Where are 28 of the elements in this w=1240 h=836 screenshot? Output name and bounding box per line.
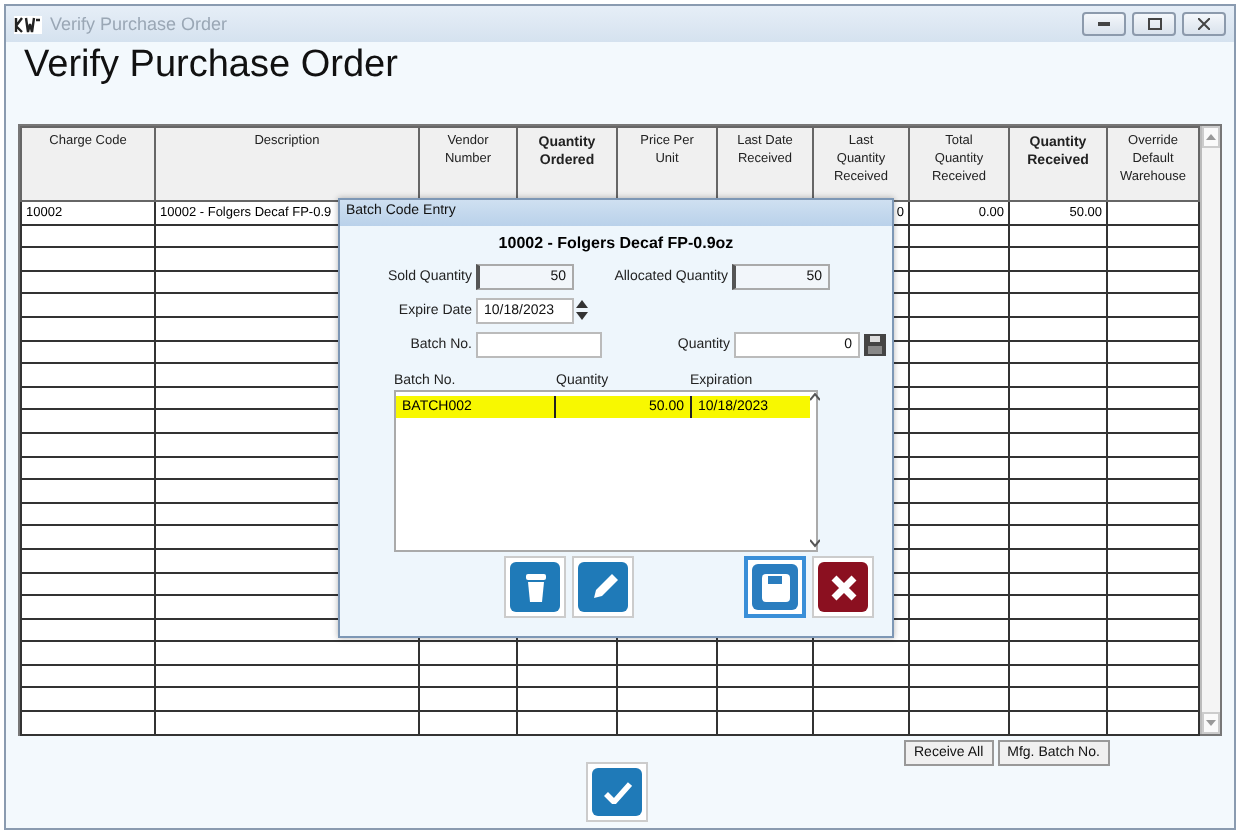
vertical-scrollbar[interactable] (1200, 126, 1220, 734)
app-logo-icon (14, 15, 42, 33)
close-icon (829, 573, 857, 601)
restore-button[interactable] (1132, 12, 1176, 36)
list-scrollbar[interactable] (810, 392, 820, 550)
scroll-down-icon (810, 538, 820, 550)
checkmark-icon (603, 781, 631, 803)
minimize-button[interactable] (1082, 12, 1126, 36)
close-icon (1198, 18, 1210, 30)
restore-icon (1147, 18, 1161, 30)
minimize-icon (1098, 21, 1110, 27)
trash-icon (523, 571, 547, 603)
edit-button[interactable] (572, 556, 634, 618)
scroll-up-icon (1206, 134, 1216, 140)
confirm-button[interactable] (586, 762, 648, 822)
spin-down-icon (576, 310, 588, 322)
batch-number-field[interactable] (476, 332, 602, 358)
delete-button[interactable] (504, 556, 566, 618)
spin-up-icon (576, 298, 588, 310)
close-button[interactable] (1182, 12, 1226, 36)
date-spinner[interactable] (576, 298, 588, 324)
save-button[interactable] (744, 556, 806, 618)
window-title: Verify Purchase Order (50, 14, 228, 34)
scroll-up-icon (810, 392, 820, 404)
item-heading: 10002 - Folgers Decaf FP-0.9oz (496, 234, 736, 252)
page-title: Verify Purchase Order (24, 44, 400, 90)
cancel-button[interactable] (812, 556, 874, 618)
scroll-down-icon (1206, 720, 1216, 726)
